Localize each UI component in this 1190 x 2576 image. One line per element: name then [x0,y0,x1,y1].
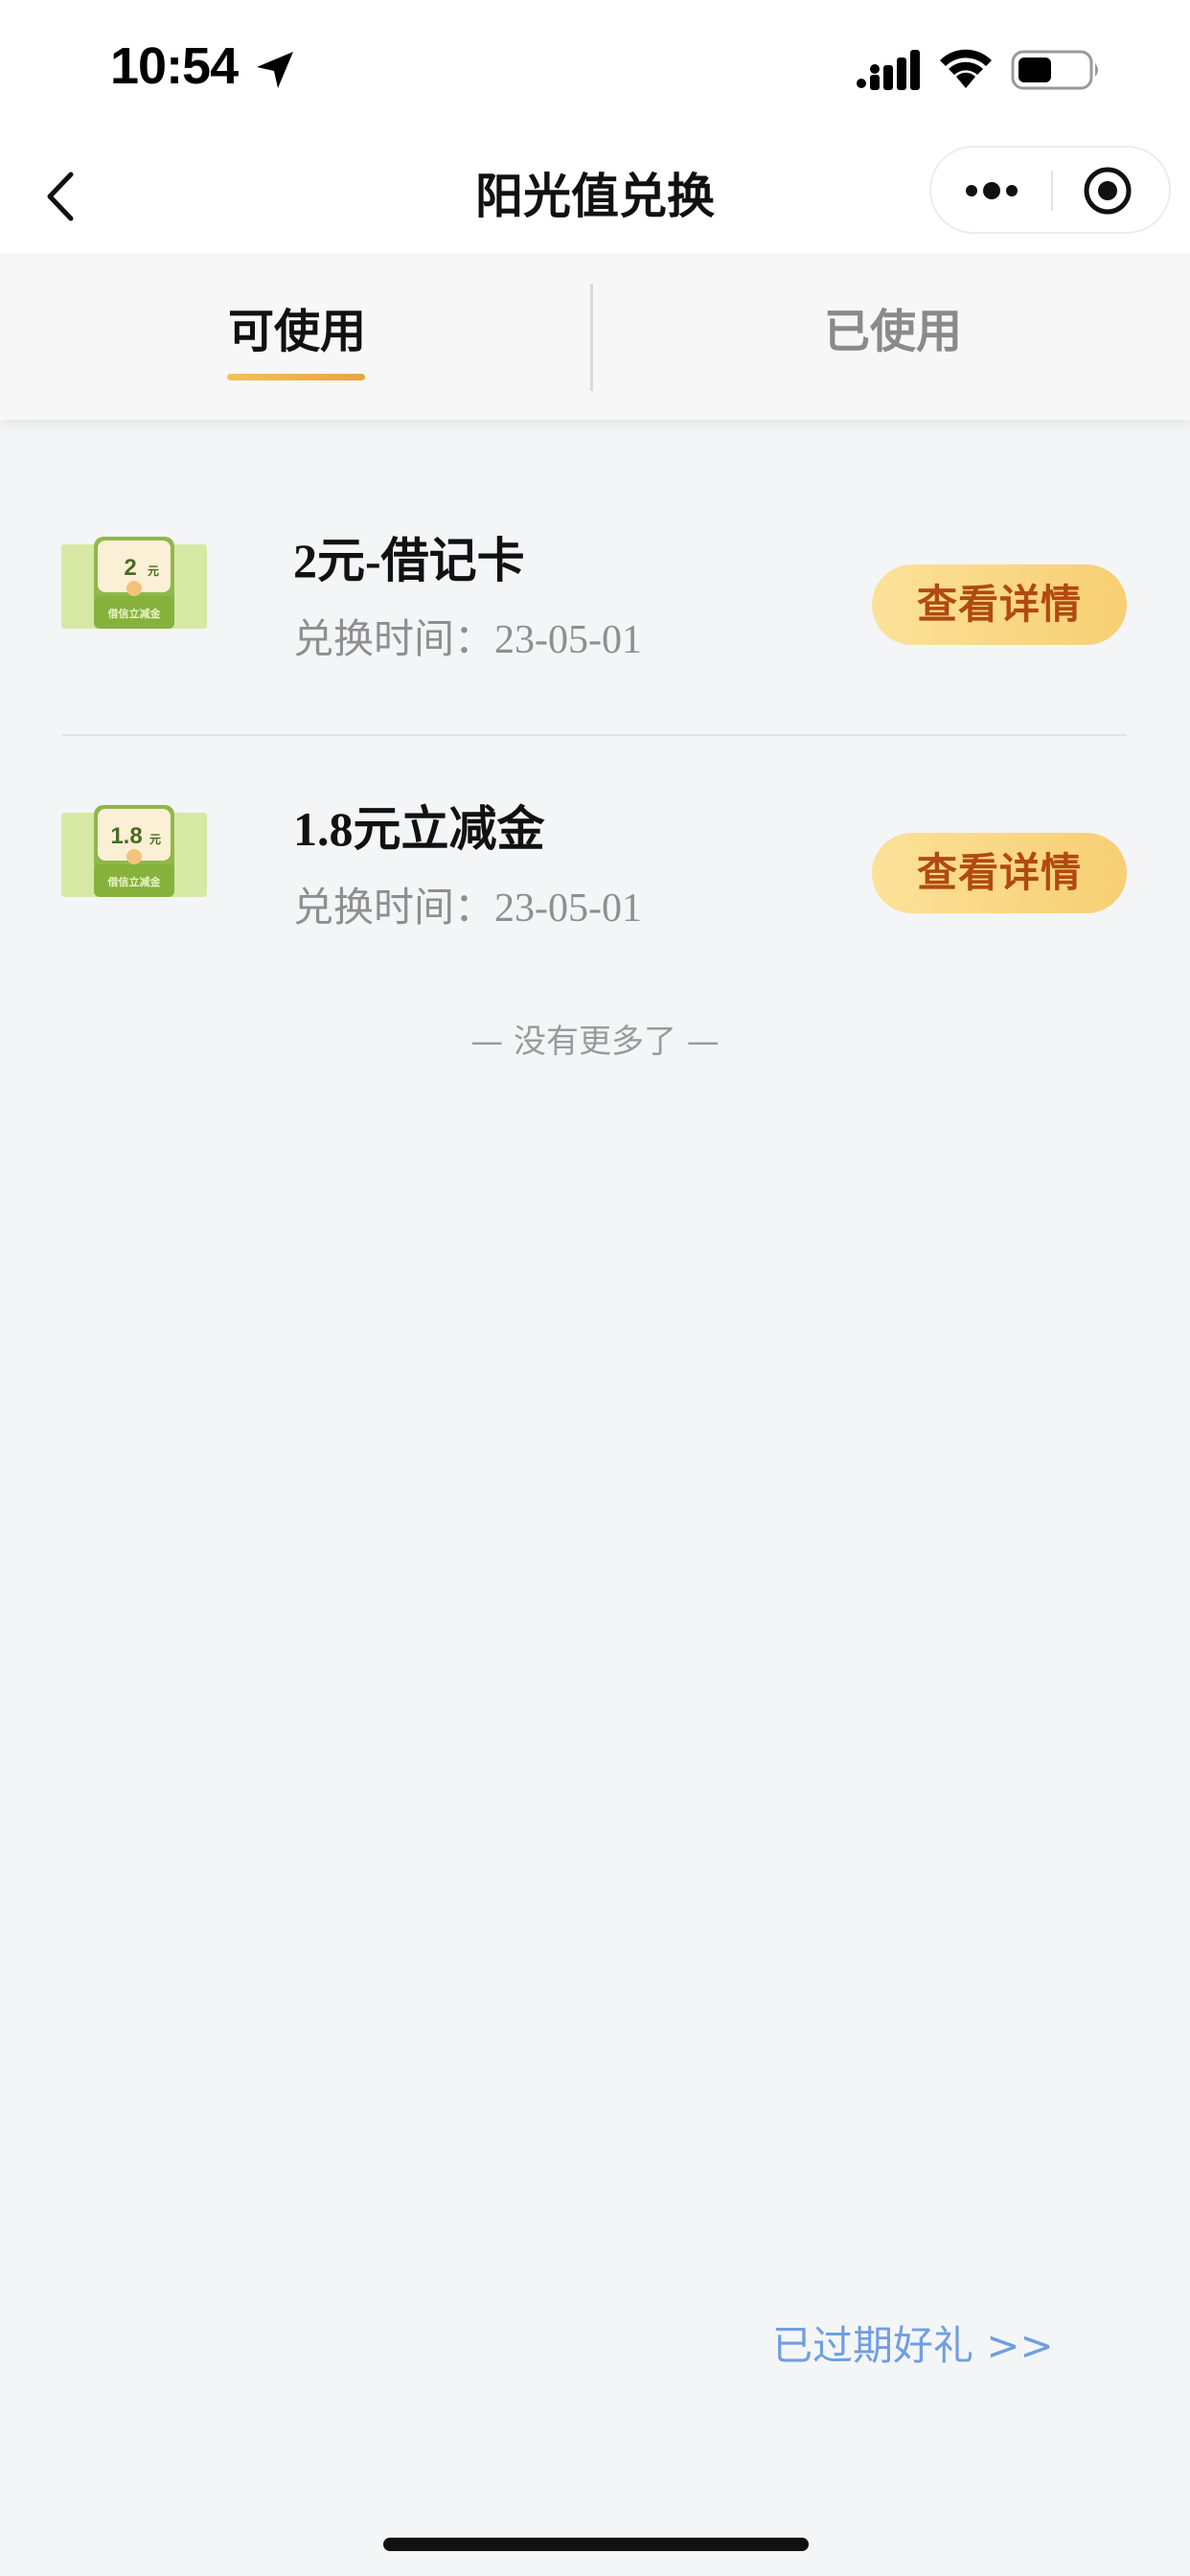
tab-available[interactable]: 可使用 [0,253,594,420]
capsule-divider [1051,171,1053,211]
status-time: 10:54 [110,37,239,95]
coupon-unit: 元 [148,564,159,578]
item-title: 2元-借记卡 [293,534,525,587]
view-details-button[interactable]: 查看详情 [872,833,1127,913]
item-redeem-time: 兑换时间：23-05-01 [293,886,642,931]
tab-used[interactable]: 已使用 [596,253,1190,420]
tab-divider [590,284,593,391]
location-arrow-icon [257,52,293,88]
close-miniprogram-icon[interactable] [1083,166,1133,216]
item-redeem-time: 兑换时间：23-05-01 [293,618,642,662]
view-details-button[interactable]: 查看详情 [872,564,1127,645]
coupon-amount: 2 [124,555,136,581]
coupon-caption: 借信立减金 [107,607,162,620]
wifi-icon [940,49,992,88]
list-divider [61,734,1127,736]
list-item: 1.8 元 借信立减金 1.8元立减金 兑换时间：23-05-01 查看详情 [0,757,1190,987]
tab-used-label: 已使用 [823,305,962,358]
coupon-caption: 借信立减金 [107,875,162,888]
tab-active-indicator [227,374,365,380]
mini-program-capsule [929,146,1171,234]
coupon-envelope-icon: 2 元 借信立减金 [61,537,207,629]
item-title: 1.8元立减金 [293,802,545,856]
status-bar: 10:54 [0,0,1190,142]
tab-available-label: 可使用 [227,305,366,358]
coupon-envelope-icon: 1.8 元 借信立减金 [61,805,207,897]
home-indicator [383,2538,809,2551]
coupon-amount: 1.8 [110,823,142,849]
coupon-unit: 元 [149,833,161,846]
expired-gifts-link[interactable]: 已过期好礼 >> [772,2319,1054,2373]
tab-bar: 可使用 已使用 [0,253,1190,420]
list-item: 2 元 借信立减金 2元-借记卡 兑换时间：23-05-01 查看详情 [0,489,1190,719]
nav-bar: 阳光值兑换 [0,142,1190,253]
no-more-text: — 没有更多了 — [470,1023,720,1061]
battery-icon [1011,50,1098,90]
cellular-signal-icon [857,50,920,90]
more-dots-icon[interactable] [962,171,1021,211]
